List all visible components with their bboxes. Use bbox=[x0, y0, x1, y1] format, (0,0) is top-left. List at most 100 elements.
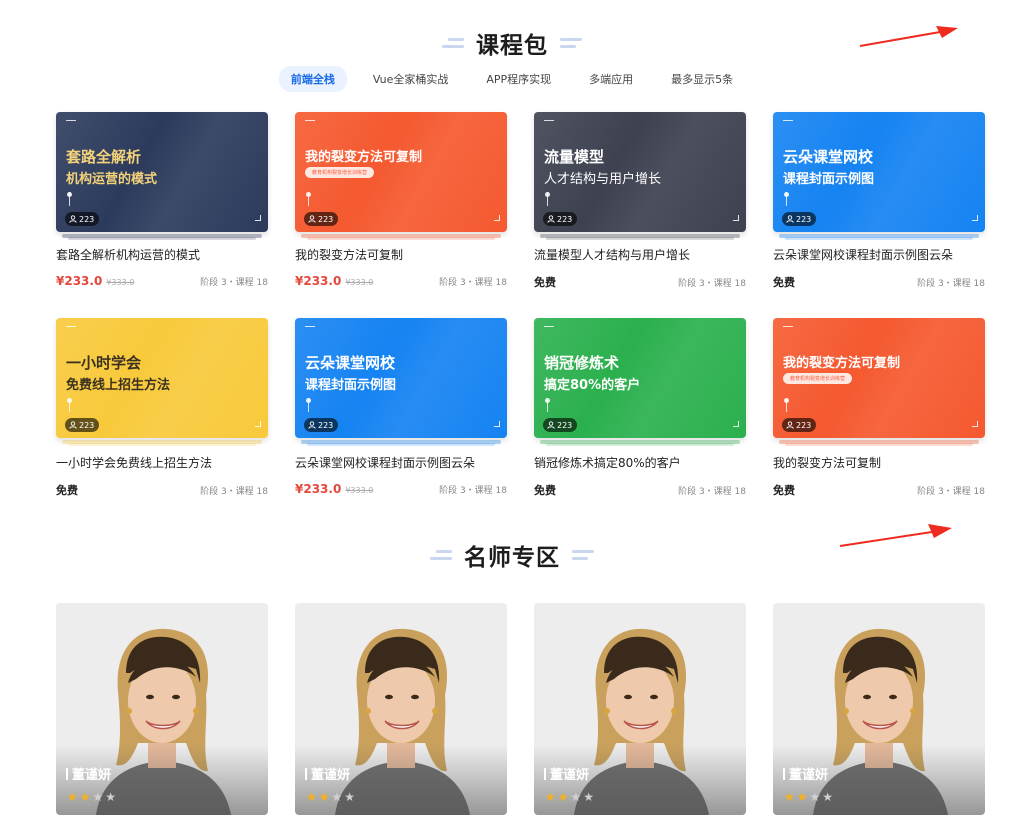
star-icon: ★ bbox=[79, 790, 91, 804]
cover-title-line2: 机构运营的模式 bbox=[66, 172, 158, 187]
teacher-card[interactable]: 董谨妍 ★ ★ ★ ★ bbox=[534, 603, 746, 815]
user-icon bbox=[308, 421, 316, 429]
free-label: 免费 bbox=[534, 484, 556, 497]
name-bar bbox=[544, 767, 546, 780]
star-icon: ★ bbox=[344, 790, 356, 804]
cover-corner-mark bbox=[733, 215, 739, 221]
cover-title-line1: 流量模型 bbox=[544, 148, 605, 166]
course-title[interactable]: 流量模型人才结构与用户增长 bbox=[534, 246, 690, 263]
tab-item[interactable]: Vue全家桶实战 bbox=[361, 66, 461, 92]
cover-mini-line bbox=[544, 120, 554, 121]
course-meta: 免费 阶段 3・课程 18 bbox=[534, 274, 746, 290]
course-meta: ¥233.0 ¥333.0 阶段 3・课程 18 bbox=[56, 274, 268, 288]
cover-mini-line bbox=[544, 326, 554, 327]
course-price: ¥233.0 bbox=[295, 274, 342, 288]
free-label: 免费 bbox=[56, 484, 78, 497]
user-icon bbox=[308, 215, 316, 223]
title-decoration-right bbox=[572, 550, 594, 560]
cover-corner-mark bbox=[972, 421, 978, 427]
star-icon: ★ bbox=[105, 790, 117, 804]
course-card[interactable]: 我的裂变方法可复制 教育机构裂变增长训练营 223 我的裂变方法可复制 ¥233.0 ¥3… bbox=[295, 112, 507, 318]
student-count-badge: 223 bbox=[304, 212, 339, 226]
cover-image: 流量模型 人才结构与用户增长 223 bbox=[534, 112, 746, 232]
course-title[interactable]: 云朵课堂网校课程封面示例图云朵 bbox=[295, 454, 475, 471]
course-title[interactable]: 我的裂变方法可复制 bbox=[773, 454, 881, 471]
teacher-card[interactable]: 董谨妍 ★ ★ ★ ★ bbox=[773, 603, 985, 815]
course-card[interactable]: 一小时学会 免费线上招生方法 223 一小时学会免费线上招生方法免费 阶段 3・课程 1… bbox=[56, 318, 268, 508]
course-card[interactable]: 我的裂变方法可复制 教育机构裂变增长训练营 223 我的裂变方法可复制 免费 阶段 3・课… bbox=[773, 318, 985, 508]
tab-item[interactable]: APP程序实现 bbox=[474, 66, 563, 92]
cover-image: 套路全解析 机构运营的模式 223 bbox=[56, 112, 268, 232]
cover-stack bbox=[307, 443, 495, 446]
teacher-card[interactable]: 董谨妍 ★ ★ ★ ★ bbox=[56, 603, 268, 815]
cover-pin-line bbox=[308, 192, 309, 206]
star-rating: ★ ★ ★ ★ bbox=[306, 791, 355, 803]
price-wrap: ¥233.0 ¥333.0 bbox=[295, 274, 373, 288]
cover-image: 我的裂变方法可复制 教育机构裂变增长训练营 223 bbox=[295, 112, 507, 232]
student-count-badge: 223 bbox=[543, 212, 578, 226]
cover-title-line2: 课程封面示例图 bbox=[783, 172, 875, 187]
course-meta: 免费 阶段 3・课程 18 bbox=[56, 482, 268, 498]
course-title[interactable]: 销冠修炼术搞定80%的客户 bbox=[534, 454, 681, 471]
course-cover[interactable]: 云朵课堂网校 课程封面示例图 223 bbox=[773, 112, 985, 240]
teacher-name: 董谨妍 bbox=[544, 764, 589, 783]
course-card[interactable]: 套路全解析 机构运营的模式 223 套路全解析机构运营的模式 ¥233.0 ¥333.0 阶… bbox=[56, 112, 268, 318]
star-rating: ★ ★ ★ ★ bbox=[545, 791, 594, 803]
course-stats: 阶段 3・课程 18 bbox=[917, 487, 985, 497]
teacher-name: 董谨妍 bbox=[66, 764, 111, 783]
cover-corner-mark bbox=[972, 215, 978, 221]
course-cover[interactable]: 我的裂变方法可复制 教育机构裂变增长训练营 223 bbox=[773, 318, 985, 446]
course-stats: 阶段 3・课程 18 bbox=[200, 487, 268, 497]
cover-pin-line bbox=[69, 192, 70, 206]
student-count: 223 bbox=[318, 420, 334, 430]
course-card[interactable]: 云朵课堂网校 课程封面示例图 223 云朵课堂网校课程封面示例图云朵 ¥233.0 ¥33… bbox=[295, 318, 507, 508]
price-wrap: 免费 bbox=[56, 482, 78, 498]
student-count: 223 bbox=[796, 420, 812, 430]
course-meta: 免费 阶段 3・课程 18 bbox=[773, 274, 985, 290]
student-count: 223 bbox=[557, 420, 573, 430]
cover-pin-line bbox=[547, 398, 548, 412]
user-icon bbox=[786, 421, 794, 429]
student-count: 223 bbox=[79, 214, 95, 224]
course-cover[interactable]: 云朵课堂网校 课程封面示例图 223 bbox=[295, 318, 507, 446]
free-label: 免费 bbox=[534, 276, 556, 289]
course-price: ¥233.0 bbox=[295, 482, 342, 496]
star-icon: ★ bbox=[570, 790, 582, 804]
user-icon bbox=[69, 215, 77, 223]
star-icon: ★ bbox=[306, 790, 317, 804]
course-title[interactable]: 套路全解析机构运营的模式 bbox=[56, 246, 200, 263]
course-cover[interactable]: 销冠修炼术 搞定80%的客户 223 bbox=[534, 318, 746, 446]
course-cover[interactable]: 套路全解析 机构运营的模式 223 bbox=[56, 112, 268, 240]
cover-title-line2: 课程封面示例图 bbox=[305, 378, 397, 393]
course-cover[interactable]: 流量模型 人才结构与用户增长 223 bbox=[534, 112, 746, 240]
course-title[interactable]: 一小时学会免费线上招生方法 bbox=[56, 454, 212, 471]
course-card[interactable]: 销冠修炼术 搞定80%的客户 223 销冠修炼术搞定80%的客户 免费 阶段 3・课程 1… bbox=[534, 318, 746, 508]
teacher-card[interactable]: 董谨妍 ★ ★ ★ ★ bbox=[295, 603, 507, 815]
tab-item[interactable]: 最多显示5条 bbox=[659, 66, 745, 92]
title-decoration-right bbox=[560, 38, 582, 48]
student-count-badge: 223 bbox=[65, 212, 100, 226]
cover-title-line1: 云朵课堂网校 bbox=[305, 354, 396, 372]
cover-mini-line bbox=[783, 120, 793, 121]
course-title[interactable]: 云朵课堂网校课程封面示例图云朵 bbox=[773, 246, 953, 263]
course-title[interactable]: 我的裂变方法可复制 bbox=[295, 246, 403, 263]
course-cover[interactable]: 我的裂变方法可复制 教育机构裂变增长训练营 223 bbox=[295, 112, 507, 240]
course-card[interactable]: 流量模型 人才结构与用户增长 223 流量模型人才结构与用户增长免费 阶段 3・课程 1… bbox=[534, 112, 746, 318]
star-icon: ★ bbox=[92, 790, 104, 804]
cover-pin-line bbox=[69, 398, 70, 412]
star-icon: ★ bbox=[583, 790, 595, 804]
cover-title-line1: 云朵课堂网校 bbox=[783, 148, 874, 166]
cover-image: 销冠修炼术 搞定80%的客户 223 bbox=[534, 318, 746, 438]
cover-stack bbox=[68, 443, 256, 446]
course-cover[interactable]: 一小时学会 免费线上招生方法 223 bbox=[56, 318, 268, 446]
course-card[interactable]: 云朵课堂网校 课程封面示例图 223 云朵课堂网校课程封面示例图云朵免费 阶段 3・课程… bbox=[773, 112, 985, 318]
cover-stack bbox=[68, 237, 256, 240]
teacher-name-text: 董谨妍 bbox=[311, 768, 351, 783]
name-bar bbox=[66, 767, 68, 780]
student-count: 223 bbox=[796, 214, 812, 224]
course-stats: 阶段 3・课程 18 bbox=[200, 278, 268, 288]
tab-item[interactable]: 多端应用 bbox=[577, 66, 645, 92]
star-icon: ★ bbox=[822, 790, 834, 804]
cover-stack bbox=[785, 237, 973, 240]
tab-item[interactable]: 前端全栈 bbox=[278, 66, 347, 92]
